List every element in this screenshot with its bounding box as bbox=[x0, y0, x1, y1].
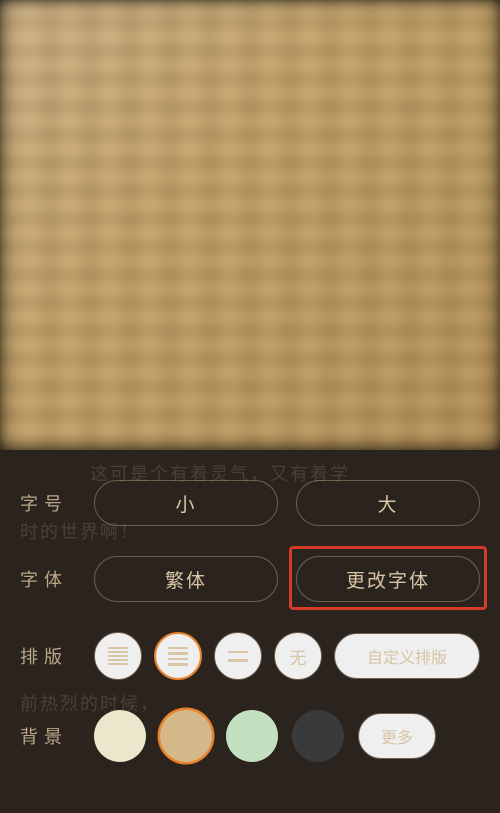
background-label: 背景 bbox=[20, 723, 76, 749]
bg-more-text: 更多 bbox=[381, 724, 413, 748]
font-face-label: 字体 bbox=[20, 566, 76, 592]
bg-swatch-tan[interactable] bbox=[160, 710, 212, 762]
reader-settings-panel: 这可是个有着灵气，又有着学 时的世界啊！ 前热烈的时候， 字号 小 大 字体 繁… bbox=[0, 450, 500, 813]
lines-tight-icon bbox=[108, 647, 128, 665]
layout-none-button[interactable]: 无 bbox=[274, 632, 322, 680]
font-size-increase-button[interactable]: 大 bbox=[296, 480, 480, 526]
font-size-decrease-button[interactable]: 小 bbox=[94, 480, 278, 526]
traditional-toggle-button[interactable]: 繁体 bbox=[94, 556, 278, 602]
layout-custom-text: 自定义排版 bbox=[367, 644, 447, 668]
traditional-toggle-text: 繁体 bbox=[165, 566, 207, 593]
bg-swatch-cream[interactable] bbox=[94, 710, 146, 762]
font-size-increase-text: 大 bbox=[377, 490, 398, 517]
lines-normal-icon bbox=[168, 647, 188, 666]
bg-swatch-dark[interactable] bbox=[292, 710, 344, 762]
font-size-label: 字号 bbox=[20, 490, 76, 516]
bg-swatch-green[interactable] bbox=[226, 710, 278, 762]
layout-row: 排版 无 自定义排版 bbox=[20, 632, 480, 680]
reading-content-pixelation bbox=[0, 0, 500, 450]
font-size-decrease-text: 小 bbox=[175, 490, 196, 517]
layout-loose-button[interactable] bbox=[214, 632, 262, 680]
font-size-row: 字号 小 大 bbox=[20, 480, 480, 526]
layout-label: 排版 bbox=[20, 643, 76, 669]
layout-normal-button[interactable] bbox=[154, 632, 202, 680]
font-face-row: 字体 繁体 更改字体 bbox=[20, 556, 480, 602]
layout-custom-button[interactable]: 自定义排版 bbox=[334, 633, 480, 679]
layout-none-text: 无 bbox=[290, 644, 307, 669]
change-font-text: 更改字体 bbox=[346, 566, 430, 593]
background-row: 背景 更多 bbox=[20, 710, 480, 762]
layout-tight-button[interactable] bbox=[94, 632, 142, 680]
bg-more-button[interactable]: 更多 bbox=[358, 713, 436, 759]
change-font-button[interactable]: 更改字体 bbox=[296, 556, 480, 602]
lines-loose-icon bbox=[228, 651, 248, 662]
